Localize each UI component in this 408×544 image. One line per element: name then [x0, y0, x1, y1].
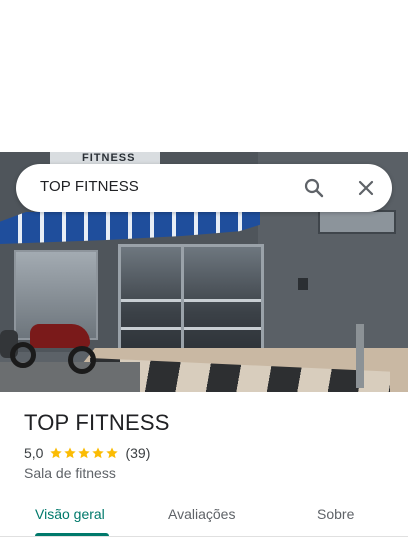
search-query[interactable]: TOP FITNESS	[40, 178, 139, 195]
photo-sign-text: FITNESS	[82, 152, 136, 164]
photo-wall-box	[298, 278, 308, 290]
rating-value: 5,0	[24, 445, 44, 461]
star-icon	[92, 447, 105, 459]
photo-door-frame	[181, 247, 184, 357]
place-category[interactable]: Sala de fitness	[24, 465, 116, 481]
place-tabs: Visão geral Avaliações Sobre	[0, 496, 408, 540]
photo-glass-door	[118, 244, 264, 360]
place-sheet: FITNESS TOP FITNESS TOP FITNESS 5,0 (39)…	[0, 0, 408, 544]
tab-about[interactable]: Sobre	[317, 506, 354, 522]
search-icon[interactable]	[302, 176, 326, 200]
photo-motorcycle-wheel	[68, 346, 96, 374]
photo-rail	[121, 299, 261, 302]
close-icon[interactable]	[354, 176, 378, 200]
tabs-divider	[0, 536, 408, 537]
photo-window	[318, 210, 396, 234]
star-icon	[50, 447, 63, 459]
photo-pole	[356, 324, 364, 388]
star-icon	[64, 447, 77, 459]
tab-overview[interactable]: Visão geral	[35, 506, 105, 522]
review-count[interactable]: (39)	[125, 445, 150, 461]
rating-row[interactable]: 5,0 (39)	[24, 444, 150, 462]
star-icon	[78, 447, 91, 459]
photo-motorcycle	[30, 324, 90, 348]
search-bar[interactable]: TOP FITNESS	[16, 164, 392, 212]
photo-rail	[121, 327, 261, 330]
place-title: TOP FITNESS	[24, 410, 170, 435]
tab-reviews[interactable]: Avaliações	[168, 506, 235, 522]
photo-motorcycle-wheel	[10, 342, 36, 368]
rating-stars	[49, 446, 119, 460]
star-icon	[106, 447, 119, 459]
